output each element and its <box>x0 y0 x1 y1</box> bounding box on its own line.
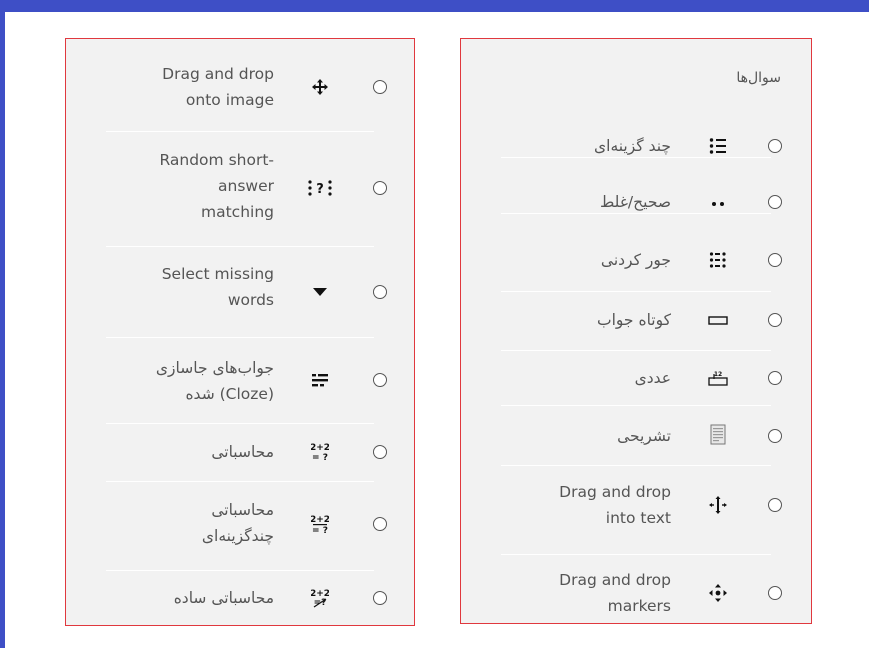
panel-heading: سوال‌ها <box>736 70 781 86</box>
move-icon <box>309 76 331 98</box>
option-label: Drag and drop markers <box>559 571 671 615</box>
option-label: Drag and drop onto image <box>162 65 274 109</box>
dropdown-triangle-icon <box>309 281 331 303</box>
radio-button[interactable] <box>768 195 782 209</box>
svg-text:2+2: 2+2 <box>311 515 329 525</box>
separator <box>106 481 374 482</box>
radio-button[interactable] <box>373 517 387 531</box>
radio-button[interactable] <box>373 445 387 459</box>
radio-button[interactable] <box>768 313 782 327</box>
calculated-icon: 2+2 = ? <box>309 441 331 463</box>
option-label: محاسباتی چندگزینه‌ای <box>201 501 274 545</box>
svg-text:12: 12 <box>714 371 722 378</box>
radio-button[interactable] <box>768 253 782 267</box>
option-label: تشریحی <box>617 427 671 445</box>
option-label: جواب‌های جاسازی شده (Cloze) <box>155 359 274 403</box>
svg-text:?: ? <box>316 182 324 197</box>
radio-button[interactable] <box>768 586 782 600</box>
matching-grid-icon <box>707 249 729 271</box>
radio-button[interactable] <box>768 139 782 153</box>
option-label: Random short- answer matching <box>159 151 274 221</box>
separator <box>501 554 771 555</box>
drag-into-text-icon <box>707 494 729 516</box>
cloze-icon <box>309 369 331 391</box>
option-label: چند گزینه‌ای <box>594 137 671 155</box>
svg-text:= ?: = ? <box>312 453 328 463</box>
separator <box>106 246 374 247</box>
multichoice-list-icon <box>707 135 729 157</box>
separator <box>501 291 771 292</box>
separator <box>501 350 771 351</box>
option-label: محاسباتی ساده <box>173 589 274 607</box>
true-false-dots-icon <box>707 191 729 213</box>
window-top-border <box>0 0 869 12</box>
option-label: عددی <box>634 369 671 387</box>
separator <box>106 337 374 338</box>
calculated-simple-icon: 2+2 =? <box>309 587 331 609</box>
drag-markers-icon <box>707 582 729 604</box>
separator <box>106 570 374 571</box>
radio-button[interactable] <box>768 371 782 385</box>
svg-text:2+2: 2+2 <box>311 443 329 453</box>
essay-icon <box>707 424 729 446</box>
option-label: کوتاه جواب <box>597 311 671 329</box>
separator <box>501 465 771 466</box>
numerical-icon: 12 <box>707 367 729 389</box>
radio-button[interactable] <box>373 80 387 94</box>
option-label: Drag and drop into text <box>559 483 671 527</box>
radio-button[interactable] <box>373 373 387 387</box>
window-left-border <box>0 0 5 648</box>
option-label: صحیح/غلط <box>599 193 671 211</box>
separator <box>501 405 771 406</box>
question-types-panel-right: سوال‌ها چند گزینه‌ای صحیح/غلط <box>460 38 812 624</box>
option-label: Select missing words <box>161 265 274 309</box>
radio-button[interactable] <box>373 285 387 299</box>
separator <box>106 131 374 132</box>
calculated-multi-icon: 2+2 = ? <box>309 513 331 535</box>
option-label: جور کردنی <box>600 251 671 269</box>
separator <box>106 423 374 424</box>
radio-button[interactable] <box>768 498 782 512</box>
radio-button[interactable] <box>768 429 782 443</box>
option-label: محاسباتی <box>211 443 274 461</box>
svg-text:= ?: = ? <box>312 526 328 535</box>
random-match-icon: ? <box>306 177 334 199</box>
short-answer-box-icon <box>707 309 729 331</box>
radio-button[interactable] <box>373 181 387 195</box>
radio-button[interactable] <box>373 591 387 605</box>
question-types-panel-left: Drag and drop onto image Random short- a… <box>65 38 415 626</box>
